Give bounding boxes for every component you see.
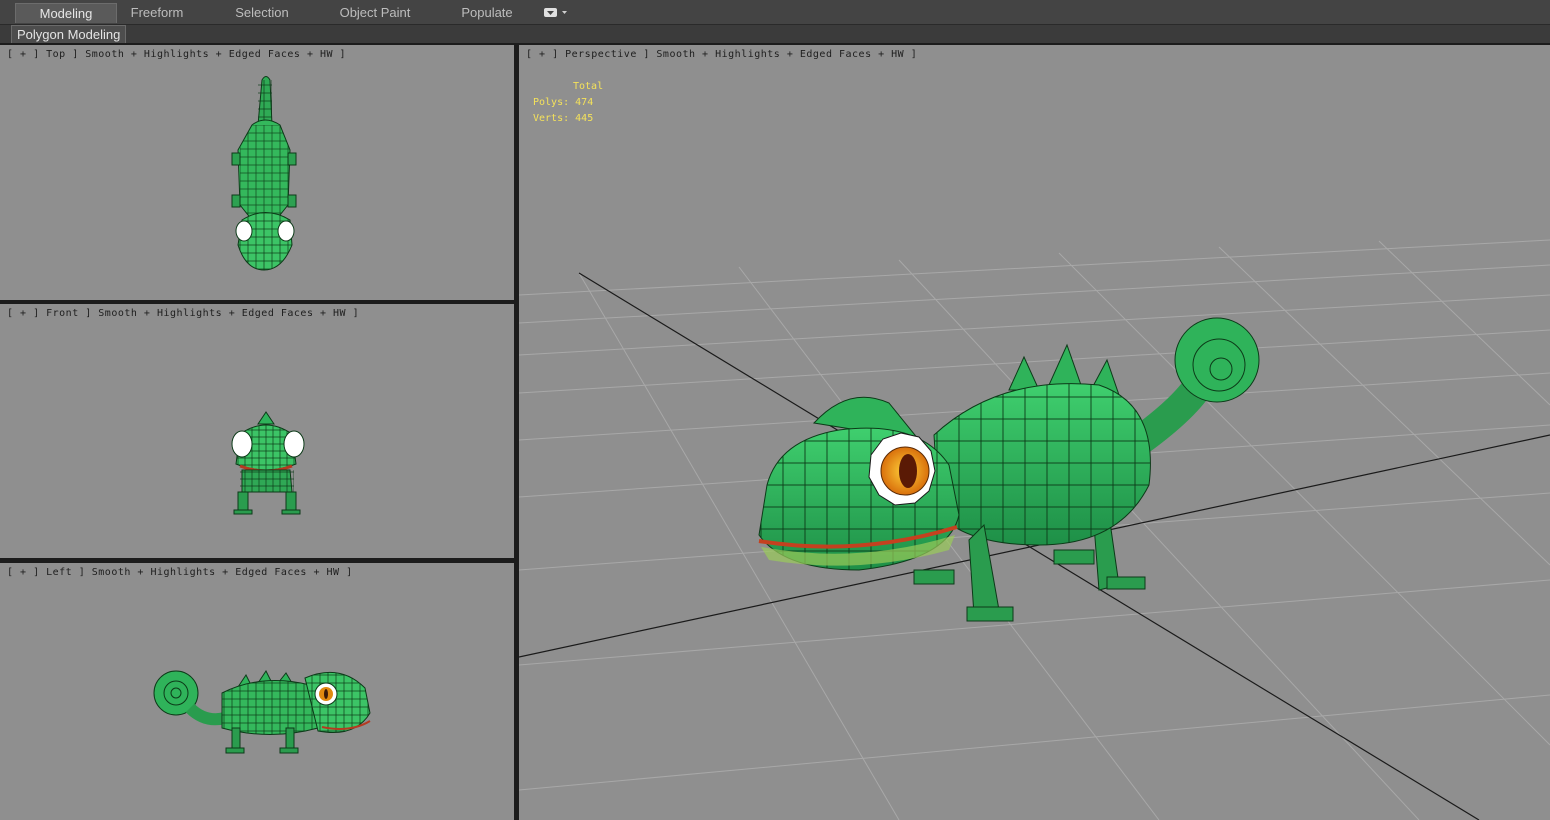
world-axis-x (578, 272, 1480, 820)
tab-populate[interactable]: Populate (452, 3, 522, 23)
ribbon-panel-row: Polygon Modeling (0, 25, 1550, 44)
tab-selection[interactable]: Selection (220, 3, 304, 23)
chameleon-front-view (231, 411, 305, 515)
ribbon-tab-bar: Modeling Freeform Selection Object Paint… (0, 0, 1550, 25)
viewport-front[interactable]: [ + ] Front ] Smooth + Highlights + Edge… (0, 304, 514, 558)
chameleon-top-view (231, 76, 297, 271)
tab-modeling[interactable]: Modeling (15, 3, 117, 23)
polygon-modeling-panel-toggle[interactable]: Polygon Modeling (11, 25, 127, 44)
perspective-scene (519, 239, 1550, 820)
viewport-top[interactable]: [ + ] Top ] Smooth + Highlights + Edged … (0, 45, 514, 300)
viewport-left[interactable]: [ + ] Left ] Smooth + Highlights + Edged… (0, 563, 514, 820)
tab-freeform[interactable]: Freeform (118, 3, 196, 23)
camera-dropdown-icon[interactable] (541, 5, 569, 20)
tab-object-paint[interactable]: Object Paint (330, 3, 420, 23)
chameleon-left-view (153, 670, 371, 754)
viewport-perspective[interactable]: [ + ] Perspective ] Smooth + Highlights … (519, 45, 1550, 820)
viewport-area: [ + ] Top ] Smooth + Highlights + Edged … (0, 43, 1550, 820)
chameleon-eye (868, 432, 936, 506)
